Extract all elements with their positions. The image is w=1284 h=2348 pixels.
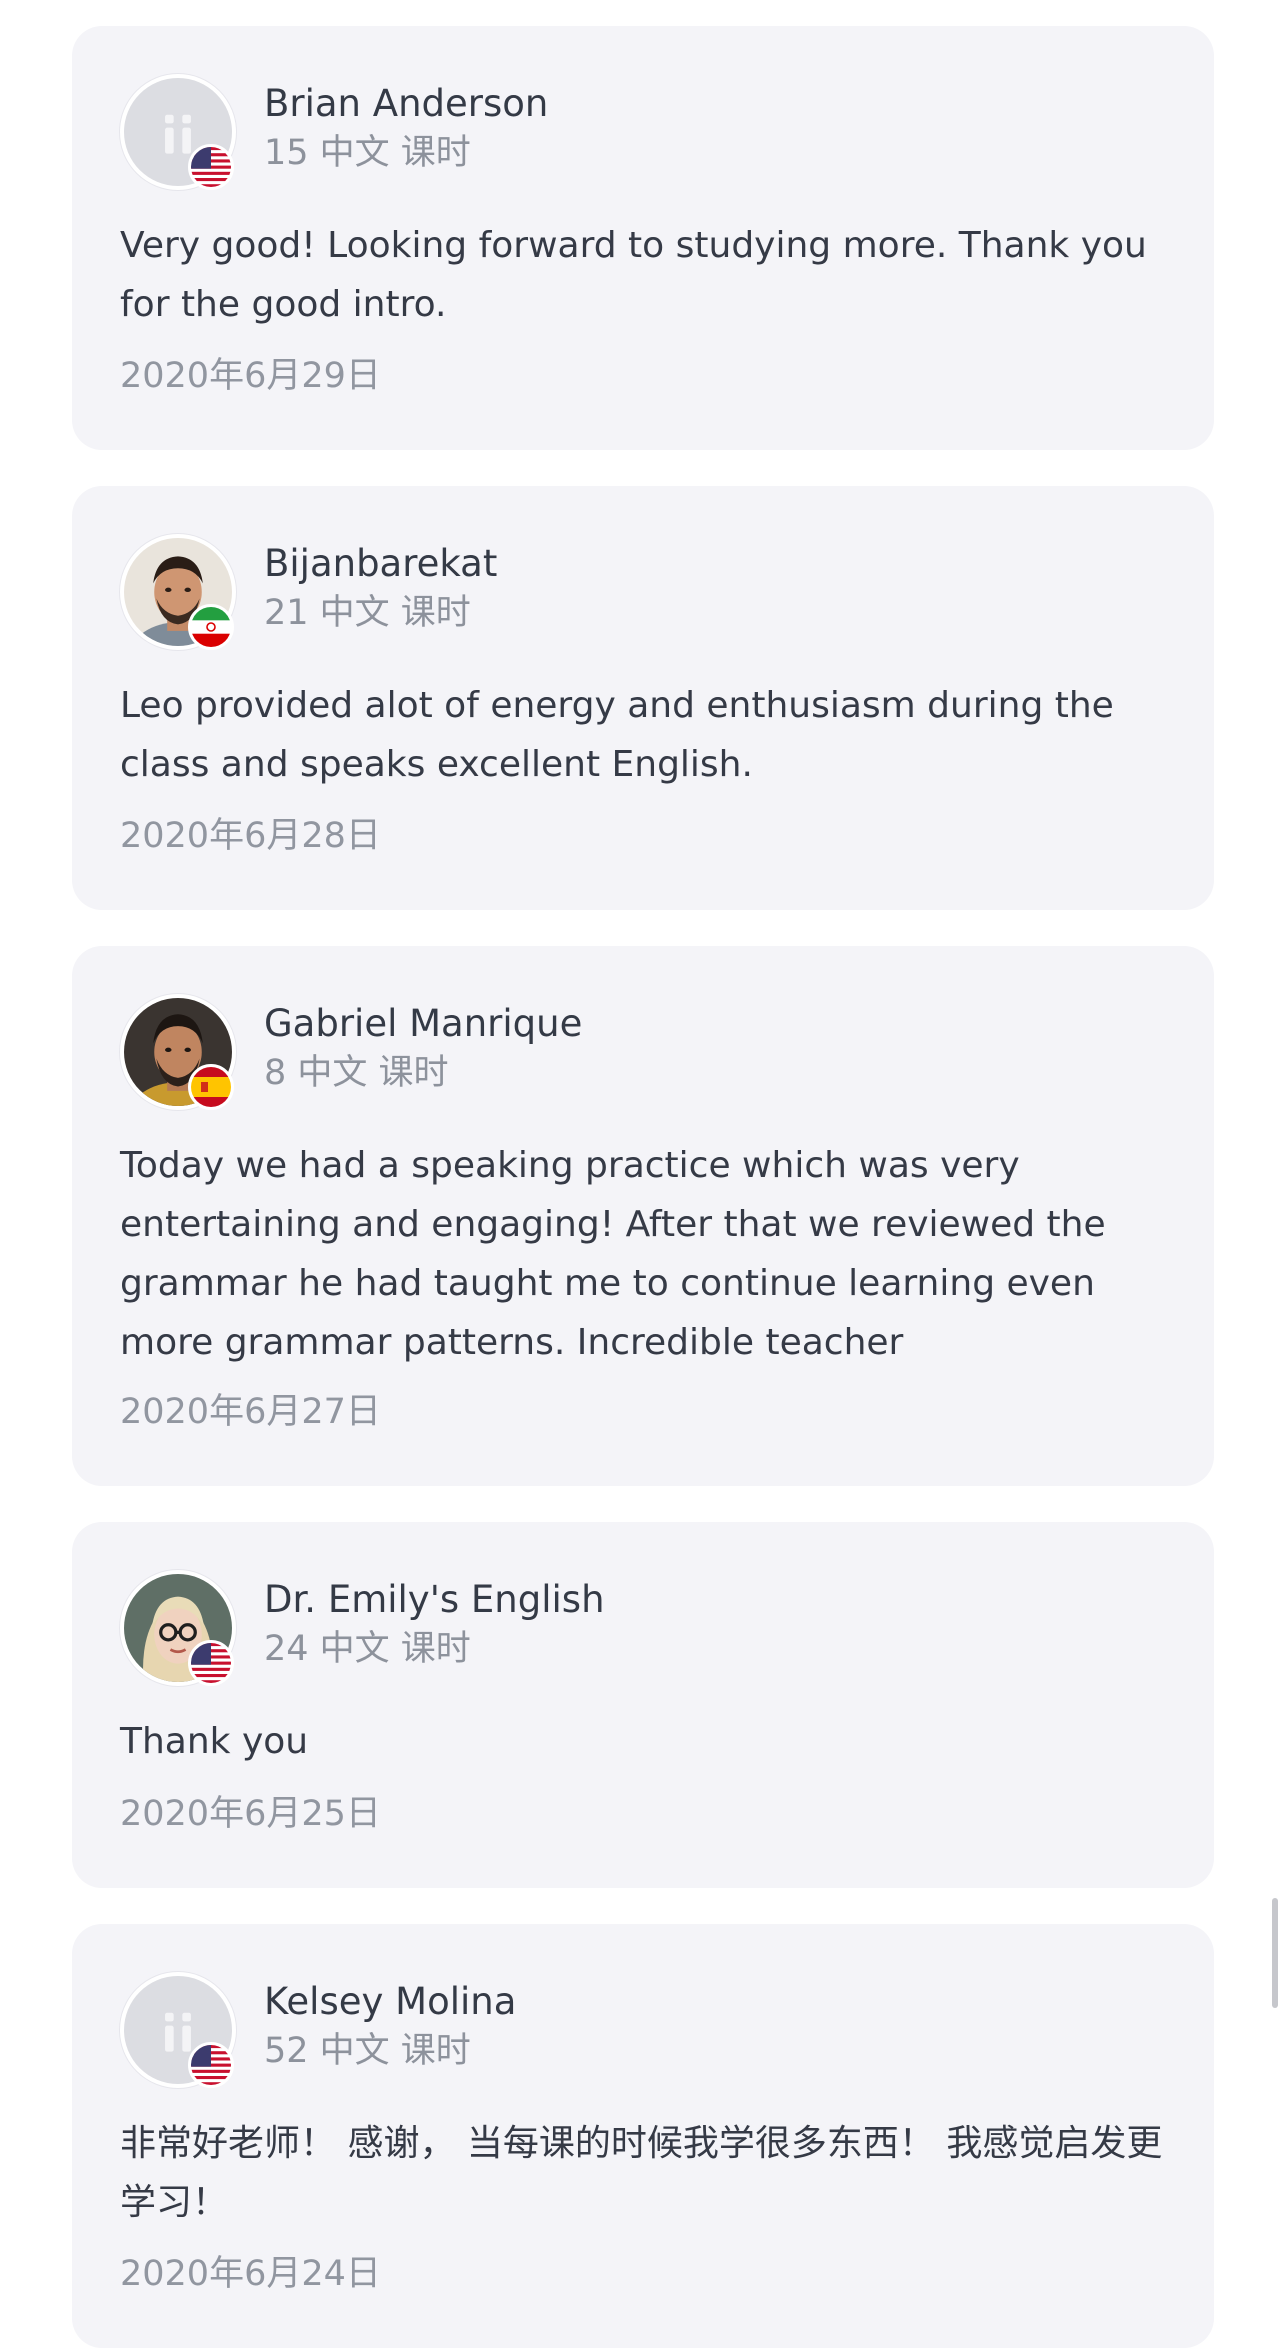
review-card: Bijanbarekat 21 中文 课时 Leo provided alot … (72, 486, 1214, 910)
scrollbar[interactable] (1272, 1898, 1278, 2008)
review-card: Brian Anderson 15 中文 课时 Very good! Looki… (72, 26, 1214, 450)
reviewer-avatar[interactable] (120, 1570, 236, 1686)
review-card: Kelsey Molina 52 中文 课时 非常好老师！ 感谢， 当每课的时候… (72, 1924, 1214, 2348)
iran-flag-icon (188, 604, 234, 650)
reviewer-avatar[interactable] (120, 534, 236, 650)
reviewer-avatar[interactable] (120, 1972, 236, 2088)
lesson-count: 24 中文 课时 (264, 1629, 471, 1669)
review-date: 2020年6月29日 (120, 356, 381, 396)
review-card: Dr. Emily's English 24 中文 课时 Thank you 2… (72, 1522, 1214, 1888)
us-flag-icon (188, 144, 234, 190)
reviewer-name[interactable]: Kelsey Molina (264, 1980, 516, 2024)
spain-flag-icon (188, 1064, 234, 1110)
review-comment: 非常好老师！ 感谢， 当每课的时候我学很多东西！ 我感觉启发更学习！ (120, 2123, 1163, 2223)
lesson-count: 15 中文 课时 (264, 133, 471, 173)
review-date: 2020年6月25日 (120, 1794, 381, 1834)
review-date: 2020年6月28日 (120, 816, 381, 856)
review-date: 2020年6月24日 (120, 2254, 381, 2294)
lesson-count: 21 中文 课时 (264, 593, 471, 633)
review-comment: Very good! Looking forward to studying m… (120, 225, 1147, 325)
reviewer-avatar[interactable] (120, 994, 236, 1110)
reviewer-avatar[interactable] (120, 74, 236, 190)
lesson-count: 52 中文 课时 (264, 2031, 471, 2071)
reviewer-name[interactable]: Bijanbarekat (264, 542, 497, 586)
review-comment: Today we had a speaking practice which w… (120, 1145, 1106, 1363)
review-card: Gabriel Manrique 8 中文 课时 Today we had a … (72, 946, 1214, 1486)
lesson-count: 8 中文 课时 (264, 1053, 449, 1093)
reviewer-name[interactable]: Brian Anderson (264, 82, 548, 126)
us-flag-icon (188, 2042, 234, 2088)
review-comment: Leo provided alot of energy and enthusia… (120, 685, 1114, 785)
us-flag-icon (188, 1640, 234, 1686)
review-date: 2020年6月27日 (120, 1392, 381, 1432)
reviewer-name[interactable]: Gabriel Manrique (264, 1002, 582, 1046)
reviewer-name[interactable]: Dr. Emily's English (264, 1578, 605, 1622)
review-comment: Thank you (120, 1721, 309, 1762)
